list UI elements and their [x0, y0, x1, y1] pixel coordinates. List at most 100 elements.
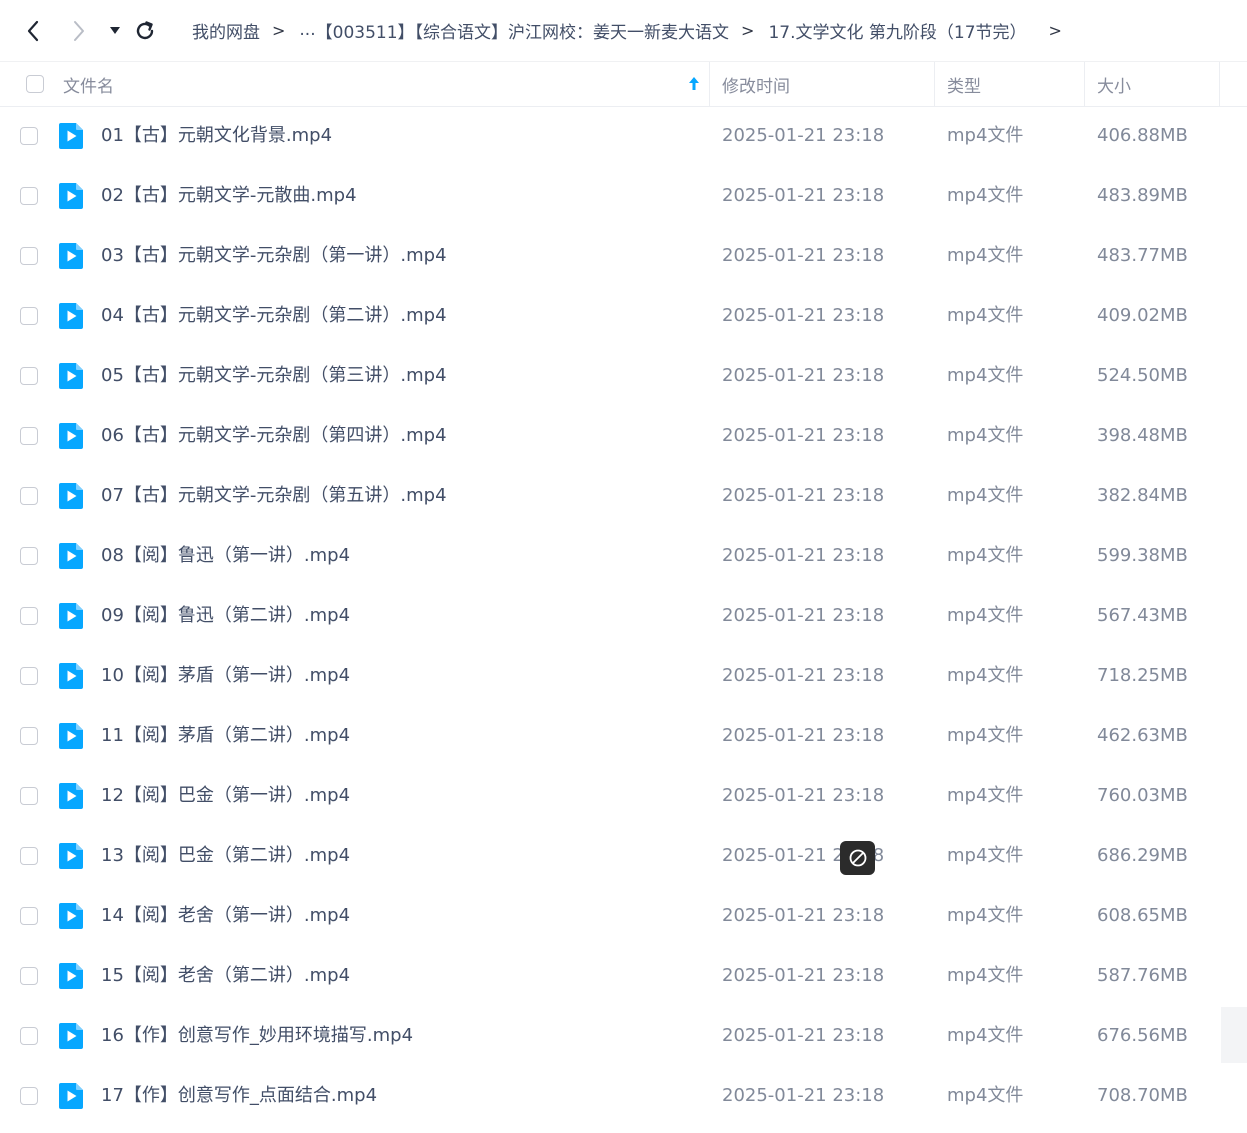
row-checkbox[interactable] — [20, 607, 38, 625]
file-name[interactable]: 05【古】元朝文学-元杂剧（第三讲）.mp4 — [101, 346, 447, 406]
row-checkbox[interactable] — [20, 907, 38, 925]
file-name[interactable]: 04【古】元朝文学-元杂剧（第二讲）.mp4 — [101, 286, 447, 346]
breadcrumb-item-course[interactable]: 【003511】【综合语文】沪江网校：姜天一新麦大语文 — [316, 18, 729, 43]
file-size: 483.89MB — [1097, 185, 1188, 206]
table-row[interactable]: 13【阅】巴金（第二讲）.mp4 2025-01-21 23:18 mp4文件 686… — [0, 826, 1247, 886]
row-checkbox[interactable] — [20, 487, 38, 505]
row-checkbox[interactable] — [20, 1027, 38, 1045]
breadcrumb-separator: > — [272, 20, 286, 40]
table-row[interactable]: 16【作】创意写作_妙用环境描写.mp4 2025-01-21 23:18 mp4文… — [0, 1006, 1247, 1066]
file-name[interactable]: 07【古】元朝文学-元杂剧（第五讲）.mp4 — [101, 466, 447, 526]
navigation-bar: 我的网盘 > ... 【003511】【综合语文】沪江网校：姜天一新麦大语文 >… — [0, 0, 1247, 60]
file-name[interactable]: 03【古】元朝文学-元杂剧（第一讲）.mp4 — [101, 226, 447, 286]
column-divider[interactable] — [1084, 62, 1085, 106]
file-name[interactable]: 16【作】创意写作_妙用环境描写.mp4 — [101, 1006, 413, 1066]
video-file-icon — [59, 783, 83, 814]
table-row[interactable]: 08【阅】鲁迅（第一讲）.mp4 2025-01-21 23:18 mp4文件 599… — [0, 526, 1247, 586]
table-row[interactable]: 10【阅】茅盾（第一讲）.mp4 2025-01-21 23:18 mp4文件 718… — [0, 646, 1247, 706]
column-header-size[interactable]: 大小 — [1097, 62, 1131, 106]
row-checkbox[interactable] — [20, 307, 38, 325]
file-type: mp4文件 — [947, 965, 1024, 986]
file-name[interactable]: 17【作】创意写作_点面结合.mp4 — [101, 1066, 377, 1126]
scrollbar-thumb[interactable] — [1221, 1007, 1247, 1063]
file-name[interactable]: 14【阅】老舍（第一讲）.mp4 — [101, 886, 350, 946]
table-row[interactable]: 17【作】创意写作_点面结合.mp4 2025-01-21 23:18 mp4文件 7… — [0, 1066, 1247, 1126]
file-name[interactable]: 12【阅】巴金（第一讲）.mp4 — [101, 766, 350, 826]
prohibited-badge[interactable] — [840, 841, 875, 875]
file-type: mp4文件 — [947, 185, 1024, 206]
history-dropdown-button[interactable] — [106, 22, 124, 40]
file-name[interactable]: 08【阅】鲁迅（第一讲）.mp4 — [101, 526, 350, 586]
video-file-icon — [59, 723, 83, 754]
row-checkbox[interactable] — [20, 427, 38, 445]
table-row[interactable]: 12【阅】巴金（第一讲）.mp4 2025-01-21 23:18 mp4文件 760… — [0, 766, 1247, 826]
file-size: 524.50MB — [1097, 365, 1188, 386]
row-checkbox[interactable] — [20, 667, 38, 685]
row-checkbox[interactable] — [20, 1087, 38, 1105]
forward-button[interactable] — [66, 18, 92, 44]
table-row[interactable]: 01【古】元朝文化背景.mp4 2025-01-21 23:18 mp4文件 406.… — [0, 106, 1247, 166]
video-file-icon — [59, 423, 83, 454]
file-size: 676.56MB — [1097, 1025, 1188, 1046]
video-file-icon — [59, 243, 83, 274]
file-type: mp4文件 — [947, 845, 1024, 866]
row-checkbox[interactable] — [20, 847, 38, 865]
breadcrumb-item-root[interactable]: 我的网盘 — [192, 18, 260, 43]
file-type: mp4文件 — [947, 425, 1024, 446]
table-row[interactable]: 06【古】元朝文学-元杂剧（第四讲）.mp4 2025-01-21 23:18 mp… — [0, 406, 1247, 466]
select-all-checkbox[interactable] — [26, 75, 44, 93]
file-name[interactable]: 02【古】元朝文学-元散曲.mp4 — [101, 166, 357, 226]
row-checkbox[interactable] — [20, 787, 38, 805]
select-all-checkbox-cell — [26, 62, 44, 106]
caret-down-icon — [110, 27, 120, 34]
breadcrumb-item-ellipsis[interactable]: ... — [299, 20, 315, 40]
file-modified-time: 2025-01-21 23:18 — [722, 425, 885, 446]
table-row[interactable]: 02【古】元朝文学-元散曲.mp4 2025-01-21 23:18 mp4文件 48… — [0, 166, 1247, 226]
breadcrumb-item-current[interactable]: 17.文学文化 第九阶段（17节完） — [768, 18, 1026, 43]
column-divider[interactable] — [934, 62, 935, 106]
video-file-icon — [59, 843, 83, 874]
column-header-type[interactable]: 类型 — [947, 62, 981, 106]
table-row[interactable]: 05【古】元朝文学-元杂剧（第三讲）.mp4 2025-01-21 23:18 mp… — [0, 346, 1247, 406]
file-modified-time: 2025-01-21 23:18 — [722, 185, 885, 206]
video-file-icon — [59, 303, 83, 334]
column-header-modified[interactable]: 修改时间 — [722, 62, 790, 106]
back-button[interactable] — [20, 18, 46, 44]
file-name[interactable]: 01【古】元朝文化背景.mp4 — [101, 106, 332, 166]
table-row[interactable]: 09【阅】鲁迅（第二讲）.mp4 2025-01-21 23:18 mp4文件 567… — [0, 586, 1247, 646]
row-checkbox[interactable] — [20, 187, 38, 205]
table-row[interactable]: 04【古】元朝文学-元杂剧（第二讲）.mp4 2025-01-21 23:18 mp… — [0, 286, 1247, 346]
file-name[interactable]: 15【阅】老舍（第二讲）.mp4 — [101, 946, 350, 1006]
file-name[interactable]: 06【古】元朝文学-元杂剧（第四讲）.mp4 — [101, 406, 447, 466]
file-name[interactable]: 09【阅】鲁迅（第二讲）.mp4 — [101, 586, 350, 646]
file-name[interactable]: 11【阅】茅盾（第二讲）.mp4 — [101, 706, 350, 766]
file-list: 01【古】元朝文化背景.mp4 2025-01-21 23:18 mp4文件 406.… — [0, 106, 1247, 1126]
row-checkbox[interactable] — [20, 727, 38, 745]
file-modified-time: 2025-01-21 23:18 — [722, 125, 885, 146]
refresh-button[interactable] — [132, 18, 158, 44]
column-header-name[interactable]: 文件名 — [63, 62, 114, 106]
table-row[interactable]: 14【阅】老舍（第一讲）.mp4 2025-01-21 23:18 mp4文件 608… — [0, 886, 1247, 946]
file-modified-time: 2025-01-21 23:18 — [722, 1085, 885, 1106]
file-modified-time: 2025-01-21 23:18 — [722, 485, 885, 506]
row-checkbox[interactable] — [20, 127, 38, 145]
file-name[interactable]: 10【阅】茅盾（第一讲）.mp4 — [101, 646, 350, 706]
table-row[interactable]: 07【古】元朝文学-元杂剧（第五讲）.mp4 2025-01-21 23:18 mp… — [0, 466, 1247, 526]
file-size: 686.29MB — [1097, 845, 1188, 866]
file-modified-time: 2025-01-21 23:18 — [722, 245, 885, 266]
file-name[interactable]: 13【阅】巴金（第二讲）.mp4 — [101, 826, 350, 886]
column-divider[interactable] — [709, 62, 710, 106]
row-checkbox[interactable] — [20, 967, 38, 985]
row-checkbox[interactable] — [20, 247, 38, 265]
column-divider[interactable] — [1219, 62, 1220, 106]
video-file-icon — [59, 1083, 83, 1114]
table-row[interactable]: 03【古】元朝文学-元杂剧（第一讲）.mp4 2025-01-21 23:18 mp… — [0, 226, 1247, 286]
file-size: 599.38MB — [1097, 545, 1188, 566]
video-file-icon — [59, 1023, 83, 1054]
file-modified-time: 2025-01-21 23:18 — [722, 545, 885, 566]
table-row[interactable]: 15【阅】老舍（第二讲）.mp4 2025-01-21 23:18 mp4文件 587… — [0, 946, 1247, 1006]
row-checkbox[interactable] — [20, 547, 38, 565]
sort-indicator[interactable] — [688, 62, 700, 106]
table-row[interactable]: 11【阅】茅盾（第二讲）.mp4 2025-01-21 23:18 mp4文件 462… — [0, 706, 1247, 766]
row-checkbox[interactable] — [20, 367, 38, 385]
